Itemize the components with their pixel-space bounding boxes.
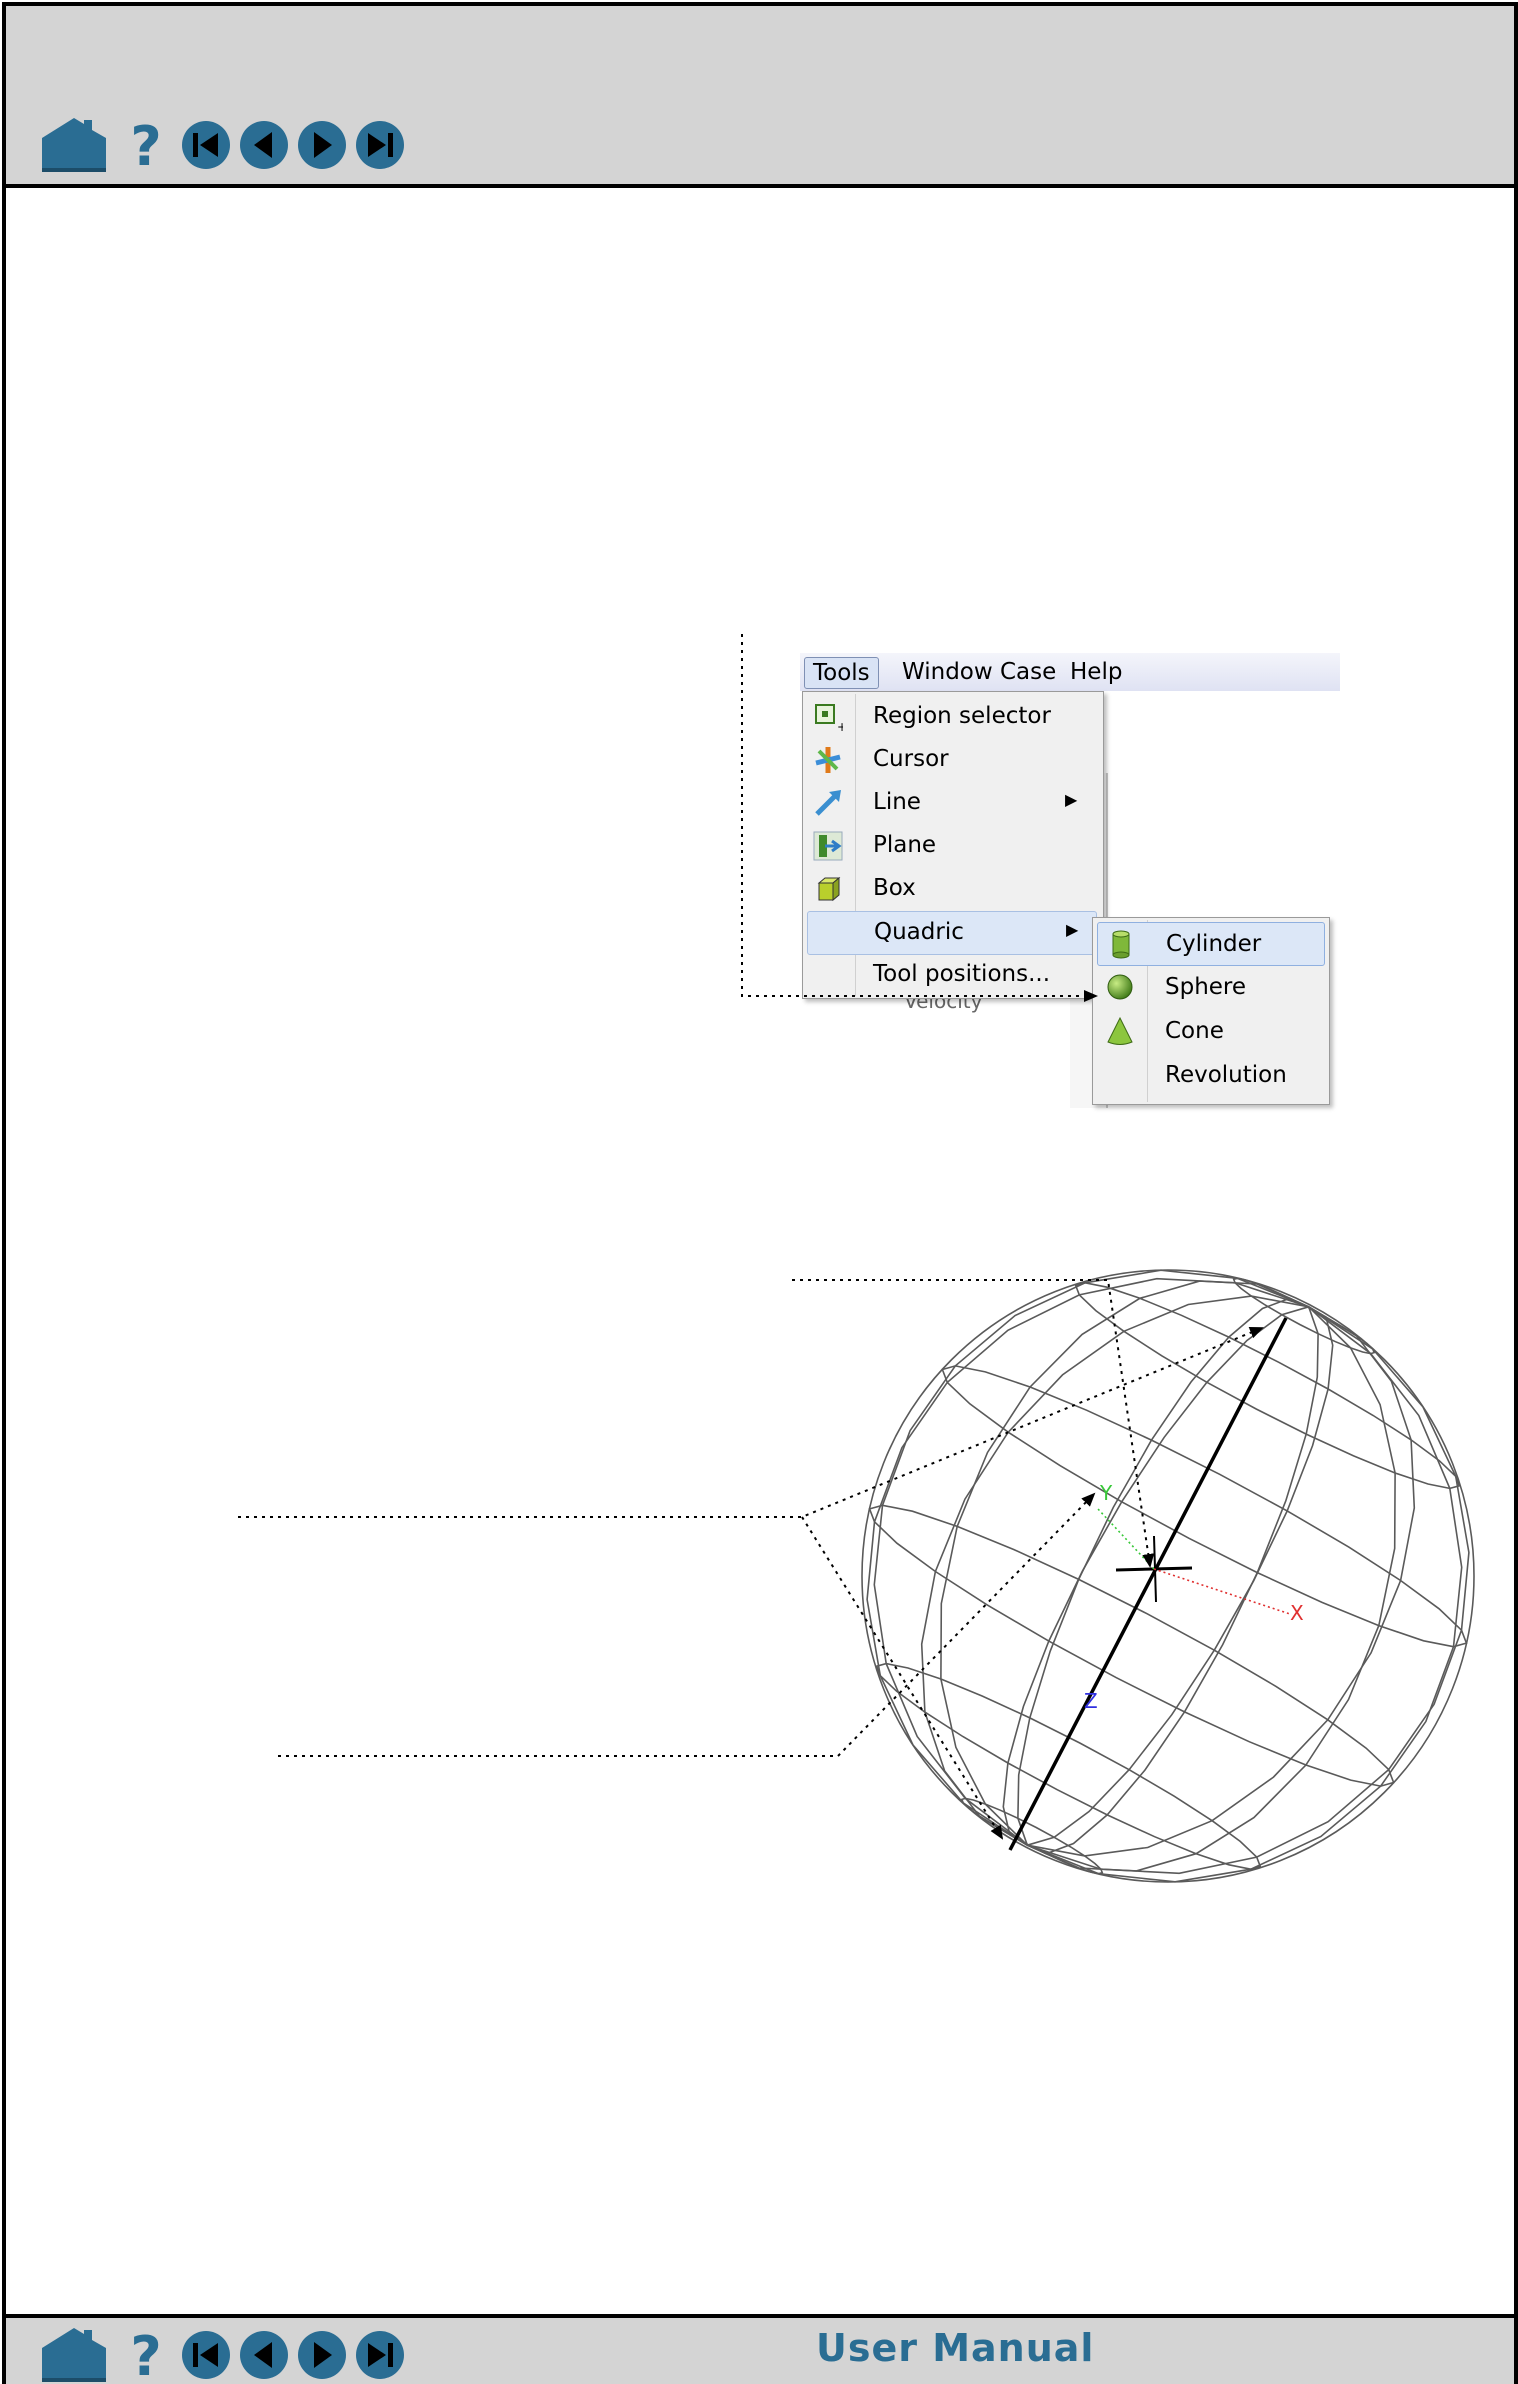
sphere-wire-line xyxy=(1074,1281,1461,1490)
z-axis-label: Z xyxy=(1084,1689,1098,1713)
sphere-wire-line xyxy=(1026,1306,1396,1872)
sphere-callout-middle xyxy=(238,1327,1264,1840)
sphere-axis-line: Y X Z xyxy=(1008,1317,1304,1851)
next-page-icon[interactable] xyxy=(296,2329,348,2381)
y-axis-label: Y xyxy=(1099,1481,1113,1505)
sphere-wire-line xyxy=(941,1365,1468,1648)
sphere-wire-line xyxy=(940,1280,1310,1846)
menu-callout-line xyxy=(741,634,1098,1002)
last-page-icon[interactable] xyxy=(354,2329,406,2381)
sphere-outline xyxy=(861,1269,1475,1883)
previous-page-icon[interactable] xyxy=(238,2329,290,2381)
bottom-nav-icons: ? xyxy=(40,2326,406,2384)
sphere-wire-line xyxy=(873,1269,1309,1846)
wireframe-sphere xyxy=(861,1269,1475,1883)
sphere-wire-line xyxy=(1027,1306,1463,1883)
help-icon[interactable]: ? xyxy=(126,2327,166,2383)
first-page-icon[interactable] xyxy=(180,2329,232,2381)
page-frame: ? Velocity Tools Window Case Help + Regi… xyxy=(2,2,1518,2384)
home-icon[interactable] xyxy=(40,2326,108,2384)
svg-text:?: ? xyxy=(130,2327,161,2383)
sphere-callout-bottom xyxy=(278,1492,1096,1757)
figure-overlay: Y X Z xyxy=(238,634,1475,1883)
bottom-nav-bar: ? User Manual xyxy=(6,2314,1514,2384)
x-axis-label: X xyxy=(1290,1601,1304,1625)
sphere-callout-top xyxy=(792,1279,1155,1568)
sphere-wire-line xyxy=(868,1504,1395,1787)
manual-title: User Manual xyxy=(816,2326,1095,2370)
sphere-wire-line xyxy=(875,1662,1262,1870)
